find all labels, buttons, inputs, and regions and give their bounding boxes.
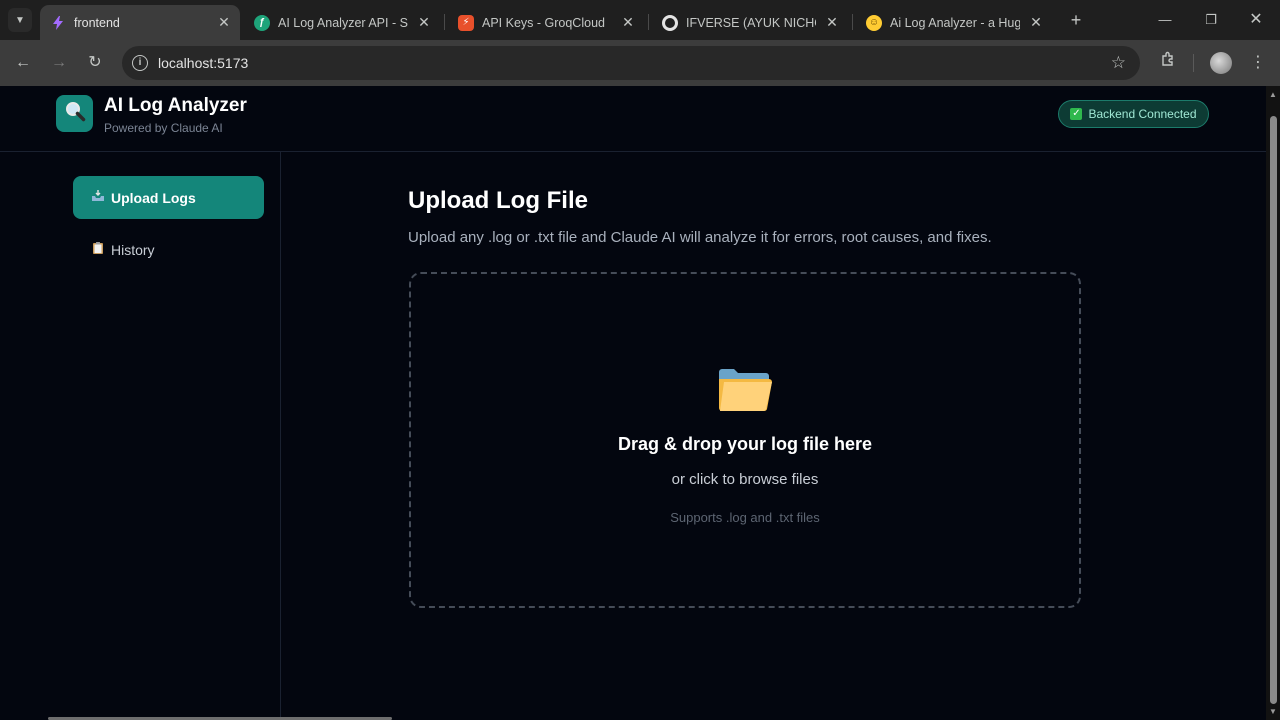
tab-huggingface[interactable]: ☺ Ai Log Analyzer - a Hugg ✕ [856,5,1052,40]
tab-title: frontend [74,15,120,30]
tab-title: AI Log Analyzer API - Swa [278,15,408,30]
star-icon[interactable]: ☆ [1111,53,1126,73]
swagger-icon: ƒ [254,14,270,31]
backend-status-badge: ✓ Backend Connected [1058,100,1209,128]
chevron-down-icon: ▼ [15,14,25,26]
reload-icon: ↻ [88,54,102,71]
menu-button[interactable]: ⋮ [1246,51,1270,75]
vite-icon [50,15,66,31]
file-dropzone[interactable]: Drag & drop your log file here or click … [409,272,1081,608]
tab-separator [444,14,445,30]
close-tab-icon[interactable]: ✕ [620,14,636,30]
toolbar-separator [1193,54,1194,72]
scroll-down-icon[interactable]: ▼ [1269,707,1277,716]
page-title: Upload Log File [408,187,588,214]
arrow-right-icon: → [51,54,67,71]
browser-toolbar: ← → ↻ i localhost:5173 ☆ ⋮ [0,40,1280,86]
close-tab-icon[interactable]: ✕ [1028,14,1044,30]
tab-github[interactable]: IFVERSE (AYUK NICHOLA ✕ [652,5,848,40]
puzzle-icon [1160,51,1176,71]
minimize-button[interactable]: — [1155,10,1175,30]
kebab-menu-icon: ⋮ [1250,54,1266,71]
close-tab-icon[interactable]: ✕ [216,14,232,30]
plus-icon: + [1070,10,1082,30]
app-title: AI Log Analyzer [104,95,247,116]
groq-icon: ⚡ [458,14,474,31]
app-subtitle: Powered by Claude AI [104,121,223,135]
url-text[interactable]: localhost:5173 [158,55,248,71]
profile-avatar[interactable] [1210,52,1232,74]
vertical-scrollbar[interactable]: ▲ ▼ [1266,86,1280,720]
check-icon: ✓ [1070,108,1083,120]
status-text: Backend Connected [1088,107,1197,121]
tab-search-button[interactable]: ▼ [8,8,32,32]
folder-icon [717,366,773,412]
arrow-left-icon: ← [15,54,31,71]
tab-title: Ai Log Analyzer - a Hugg [890,15,1020,30]
page-description: Upload any .log or .txt file and Claude … [408,229,992,246]
site-info-icon[interactable]: i [132,55,148,71]
page-viewport: AI Log Analyzer Powered by Claude AI ✓ B… [0,86,1266,720]
close-tab-icon[interactable]: ✕ [824,14,840,30]
minimize-icon: — [1158,12,1172,27]
sidebar-item-history[interactable]: History [73,228,264,271]
dropzone-browse-text[interactable]: or click to browse files [411,471,1079,488]
tab-title: API Keys - GroqCloud [482,15,605,30]
tab-separator [648,14,649,30]
github-icon [662,14,678,31]
tab-frontend[interactable]: frontend ✕ [40,5,240,40]
hugging-face-icon: ☺ [866,14,882,31]
dropzone-title: Drag & drop your log file here [617,434,873,454]
tab-separator [852,14,853,30]
address-bar[interactable]: i localhost:5173 ☆ [122,46,1140,80]
new-tab-button[interactable]: + [1066,10,1086,30]
close-window-button[interactable]: ✕ [1246,10,1266,30]
inbox-tray-icon [91,190,105,205]
restore-button[interactable]: ❐ [1201,10,1221,30]
sidebar-item-label: History [111,241,155,258]
tab-swagger[interactable]: ƒ AI Log Analyzer API - Swa ✕ [244,5,440,40]
tab-title: IFVERSE (AYUK NICHOLA [686,15,816,30]
scroll-thumb[interactable] [1270,116,1277,704]
clipboard-icon [91,241,105,258]
tab-groqcloud[interactable]: ⚡ API Keys - GroqCloud ✕ [448,5,644,40]
close-tab-icon[interactable]: ✕ [416,14,432,30]
sidebar: Upload Logs History [0,152,281,720]
restore-icon: ❐ [1205,12,1217,27]
magnifier-icon [64,100,86,127]
browser-tabstrip: ▼ frontend ✕ ƒ AI Log Analyzer API - Swa… [0,0,1280,40]
app-logo [56,95,93,132]
forward-button[interactable]: → [47,51,71,75]
dropzone-supported-formats: Supports .log and .txt files [670,510,820,525]
back-button[interactable]: ← [11,51,35,75]
close-icon: ✕ [1249,11,1263,28]
app-header: AI Log Analyzer Powered by Claude AI ✓ B… [0,86,1266,152]
scroll-up-icon[interactable]: ▲ [1269,90,1277,99]
sidebar-item-label: Upload Logs [111,189,196,206]
sidebar-item-upload-logs[interactable]: Upload Logs [73,176,264,219]
extensions-button[interactable] [1156,51,1180,75]
reload-button[interactable]: ↻ [83,51,107,75]
